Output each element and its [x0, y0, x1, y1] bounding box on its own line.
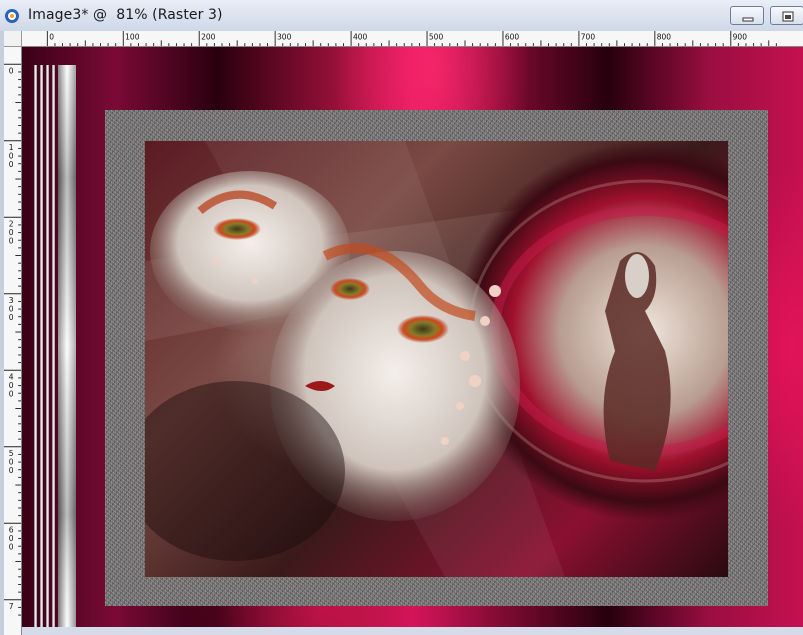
ruler-label: 600 — [505, 32, 520, 41]
window-title: Image3* @ 81% (Raster 3) — [28, 7, 223, 23]
ruler-label: 700 — [581, 32, 596, 41]
minimize-button[interactable] — [730, 6, 764, 25]
horizontal-ruler: 0 100 200 300 400 500 600 700 800 900 — [22, 31, 803, 47]
ruler-label: 0 — [9, 67, 14, 76]
vertical-ruler: 0 1 0 0 2 0 0 3 0 0 4 0 0 5 0 0 6 0 0 7 — [4, 47, 22, 635]
ruler-label: 300 — [277, 32, 292, 41]
artwork-image — [145, 141, 728, 577]
restore-button[interactable] — [770, 6, 803, 25]
minimize-icon — [742, 17, 754, 22]
title-bar: Image3* @ 81% (Raster 3) — [0, 0, 803, 32]
artwork-illustration — [145, 141, 728, 577]
ruler-label: 500 — [429, 32, 444, 41]
app-icon — [5, 9, 19, 23]
ruler-label: 500 — [9, 449, 14, 475]
restore-icon — [782, 11, 794, 22]
ruler-label: 400 — [353, 32, 368, 41]
ruler-label: 0 — [49, 32, 54, 41]
ruler-label: 7 — [9, 602, 14, 611]
ruler-label: 300 — [9, 296, 14, 322]
ruler-label: 200 — [201, 32, 216, 41]
ruler-label: 100 — [9, 143, 14, 169]
ruler-label: 200 — [9, 220, 14, 246]
ruler-label: 900 — [733, 32, 748, 41]
ruler-label: 400 — [9, 373, 14, 399]
ruler-label: 100 — [125, 32, 140, 41]
ruler-label: 600 — [9, 526, 14, 552]
ruler-corner — [4, 31, 22, 47]
decorative-stripes — [34, 65, 76, 627]
image-canvas[interactable] — [22, 47, 803, 627]
ruler-label: 800 — [657, 32, 672, 41]
